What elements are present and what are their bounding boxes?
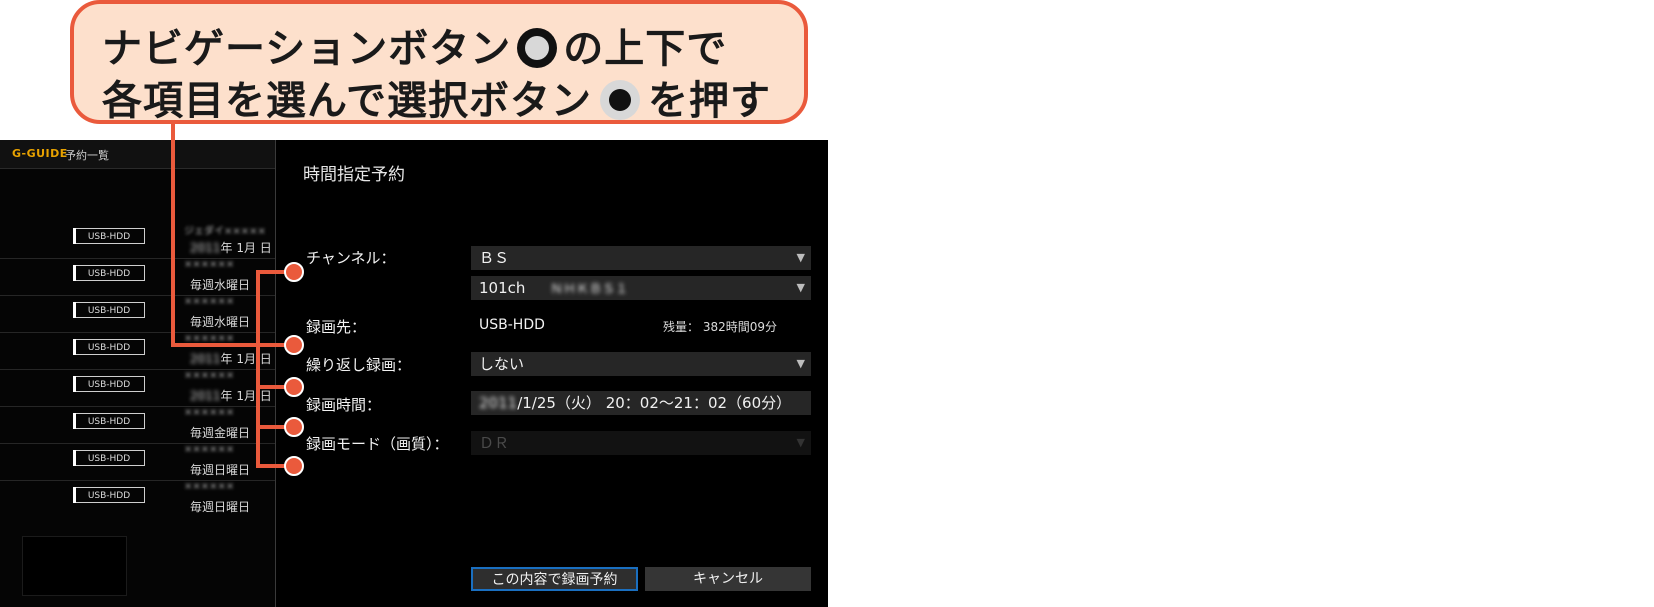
pointer-dot [284,456,304,476]
pointer-dot [284,417,304,437]
repeat-value: しない [479,355,525,373]
confirm-reservation-button[interactable]: この内容で録画予約 [471,567,638,591]
schedule-text: 毎週水曜日 [190,315,251,329]
pointer-dot [284,377,304,397]
schedule-text: 年 1月 日 [220,389,272,403]
callout-connector [171,122,175,347]
dropdown-arrow-icon: ▼ [796,251,805,264]
channel-number-value: 101ch [479,279,526,297]
storage-tag: USB-HDD [73,339,145,355]
pointer-dot [284,335,304,355]
schedule-year: 2011 [190,352,221,366]
callout-text: の上下で [563,26,728,72]
mode-label: 録画モード（画質）： [306,435,449,453]
program-name: ×××××× [184,444,235,455]
mode-value: ＤＲ [479,434,510,452]
schedule-text: 毎週金曜日 [190,426,251,440]
list-item[interactable]: USB-HDD ×××××× 毎週水曜日 [0,257,275,296]
list-header: G-GUIDE 予約一覧 [0,140,275,169]
program-name: ×××××× [184,481,235,492]
callout-line-1: ナビゲーションボタン の上下で [102,16,727,74]
callout-text: 各項目を選んで選択ボタン [102,78,592,124]
pointer-dot [284,262,304,282]
storage-tag: USB-HDD [73,265,145,281]
channel-label: チャンネル： [306,249,396,267]
instruction-callout: ナビゲーションボタン の上下で 各項目を選んで選択ボタン を押す [70,0,808,124]
repeat-select[interactable]: しない ▼ [471,352,811,376]
list-item[interactable]: USB-HDD ジェダイ××××× 2011年 1月 日 [0,220,275,259]
channel-type-value: ＢＳ [479,249,510,267]
program-schedule: 毎週水曜日 [190,313,250,330]
dialog-title: 時間指定予約 [303,165,405,185]
list-item[interactable]: USB-HDD ×××××× 毎週金曜日 [0,405,275,444]
record-mode-select[interactable]: ＤＲ ▼ [471,431,811,455]
channel-number-select[interactable]: 101ch ＮＨＫＢＳ１ ▼ [471,276,811,300]
list-item[interactable]: USB-HDD ×××××× 毎週水曜日 [0,294,275,333]
storage-tag: USB-HDD [73,450,145,466]
destination-label: 録画先： [306,318,367,336]
list-item[interactable]: USB-HDD ×××××× 毎週日曜日 [0,442,275,481]
program-name: ×××××× [184,370,235,381]
schedule-text: 年 1月 日 [220,241,272,255]
dropdown-arrow-icon: ▼ [796,436,805,449]
storage-tag: USB-HDD [73,302,145,318]
callout-text: ナビゲーションボタン [102,26,512,72]
list-item[interactable]: USB-HDD ×××××× 2011年 1月 日 [0,331,275,370]
callout-line-2: 各項目を選んで選択ボタン を押す [102,68,771,126]
record-time-field[interactable]: 2011/1/25（火） 20：02～21：02（60分） [471,391,811,415]
bracket-line [256,270,260,467]
navigation-button-icon [517,28,558,68]
reservation-list-pane: G-GUIDE 予約一覧 USB-HDD ジェダイ××××× 2011年 1月 … [0,140,275,607]
callout-connector [171,343,289,347]
tv-screen: G-GUIDE 予約一覧 USB-HDD ジェダイ××××× 2011年 1月 … [0,140,828,607]
remaining-capacity: 残量： 382時間09分 [663,320,777,334]
timer-dialog: 時間指定予約 チャンネル： ＢＳ ▼ 101ch ＮＨＫＢＳ１ ▼ 録画先： U… [276,140,828,607]
callout-text: を押す [648,78,771,124]
storage-tag: USB-HDD [73,376,145,392]
program-schedule: 2011年 1月 日 [190,239,272,256]
list-title: 予約一覧 [65,149,109,162]
list-item[interactable]: USB-HDD ×××××× 2011年 1月 日 [0,368,275,407]
schedule-text: 毎週水曜日 [190,278,251,292]
repeat-label: 繰り返し録画： [306,356,412,374]
storage-tag: USB-HDD [73,228,145,244]
dropdown-arrow-icon: ▼ [796,281,805,294]
time-year: 2011 [479,394,518,412]
channel-type-select[interactable]: ＢＳ ▼ [471,246,811,270]
program-name: ×××××× [184,296,235,307]
schedule-year: 2011 [190,389,221,403]
select-button-icon [600,80,640,120]
schedule-text: 毎週日曜日 [190,500,251,514]
list-item[interactable]: USB-HDD ×××××× 毎週日曜日 [0,479,275,517]
schedule-year: 2011 [190,241,221,255]
dropdown-arrow-icon: ▼ [796,357,805,370]
destination-value: USB-HDD [479,317,545,333]
program-schedule: 毎週水曜日 [190,276,250,293]
storage-tag: USB-HDD [73,413,145,429]
schedule-text: 毎週日曜日 [190,463,251,477]
program-name: ×××××× [184,407,235,418]
preview-thumbnail [22,536,127,596]
program-schedule: 毎週金曜日 [190,424,250,441]
schedule-text: 年 1月 日 [220,352,272,366]
program-name: ジェダイ××××× [184,226,266,236]
time-label: 録画時間： [306,396,382,414]
storage-tag: USB-HDD [73,487,145,503]
program-schedule: 毎週日曜日 [190,461,250,478]
program-schedule: 毎週日曜日 [190,498,250,515]
time-value: /1/25（火） 20：02～21：02（60分） [517,394,792,412]
g-guide-logo: G-GUIDE [12,147,68,160]
channel-name-value: ＮＨＫＢＳ１ [550,282,629,297]
cancel-button[interactable]: キャンセル [645,567,811,591]
